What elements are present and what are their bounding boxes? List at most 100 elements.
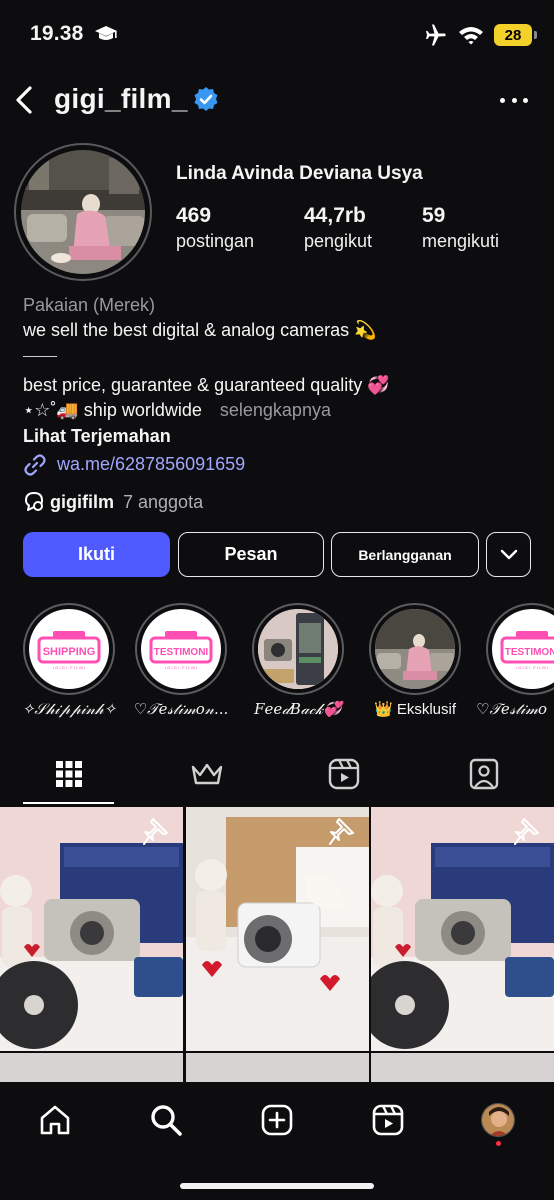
profile-full-name: Linda Avinda Deviana Usya: [176, 163, 423, 184]
stat-posts[interactable]: 469 postingan: [176, 204, 254, 252]
status-bar: 19.38 28: [0, 0, 554, 70]
chevron-down-icon: [500, 549, 517, 559]
reels-icon: [328, 758, 360, 790]
profile-username: gigi_film_: [54, 83, 188, 114]
search-icon: [151, 1105, 182, 1136]
more-dot-icon: [523, 97, 528, 103]
bio-divider: [23, 356, 57, 357]
highlight-badge-text: SHIPPING: [43, 646, 96, 658]
stat-following-label: mengikuti: [422, 231, 500, 251]
stat-following-value: 59: [422, 204, 446, 227]
grid-post[interactable]: [0, 807, 183, 1051]
tab-tagged[interactable]: [461, 750, 507, 798]
active-tab-indicator: [23, 802, 114, 804]
more-dot-icon: [500, 97, 505, 103]
stat-posts-label: postingan: [176, 231, 255, 251]
bio-line: best price, guarantee & guaranteed quali…: [23, 375, 390, 395]
highlight-label: ♡𝒯𝑒𝓈𝓉𝒾𝓂𝑜: [476, 700, 548, 718]
posts-grid: [0, 807, 554, 1082]
eksklusif-cover-photo: [375, 609, 455, 689]
profile-avatar-ring[interactable]: [14, 143, 152, 281]
create-icon: [261, 1104, 293, 1136]
highlight-ring: TESTIMONI • G I G I . F I L M •: [135, 603, 227, 695]
highlight-badge-text: TESTIMONI: [154, 647, 209, 658]
testimoni-badge-icon: TESTIMONI • G I G I . F I L M •: [500, 631, 554, 670]
more-options-button[interactable]: [500, 90, 528, 110]
bio-line: we sell the best digital & analog camera…: [23, 320, 377, 340]
broadcast-channel[interactable]: gigifilm 7 anggota: [23, 491, 203, 513]
battery-indicator: 28: [494, 24, 537, 46]
highlight-eksklusif[interactable]: 👑 Eksklusif: [369, 603, 461, 718]
follow-button[interactable]: Ikuti: [23, 532, 170, 577]
notification-dot: [496, 1141, 501, 1146]
nav-create[interactable]: [255, 1098, 299, 1142]
grid-post[interactable]: [371, 1053, 554, 1082]
profile-website-link[interactable]: wa.me/6287856091659: [23, 452, 543, 477]
channel-members: 7 anggota: [123, 491, 204, 512]
highlight-label: ♡𝒯𝑒𝓈𝓉𝒾𝓂𝑜𝓃...: [133, 700, 229, 718]
stat-followers[interactable]: 44,7rb pengikut: [304, 204, 372, 252]
highlight-cover: TESTIMONI • G I G I . F I L M •: [492, 609, 554, 689]
stat-followers-label: pengikut: [304, 231, 373, 251]
nav-home[interactable]: [33, 1098, 77, 1142]
verified-badge-icon: [194, 87, 218, 111]
tagged-icon: [469, 758, 499, 790]
channel-icon: [25, 492, 43, 511]
nav-search[interactable]: [144, 1098, 188, 1142]
back-button[interactable]: [10, 82, 38, 118]
stat-following[interactable]: 59 mengikuti: [422, 204, 499, 252]
chevron-left-icon: [16, 86, 32, 114]
highlight-label: 𝐹𝑒𝑒𝒹𝐵𝒶𝒸𝓀💞: [254, 700, 342, 718]
nav-reels[interactable]: [366, 1098, 410, 1142]
highlight-ring: [369, 603, 461, 695]
highlight-ring: TESTIMONI • G I G I . F I L M •: [486, 603, 554, 695]
highlight-ring: SHIPPING • G I G I . F I L M •: [23, 603, 115, 695]
highlight-testimoni[interactable]: TESTIMONI • G I G I . F I L M • ♡𝒯𝑒𝓈𝓉𝒾𝓂𝑜…: [134, 603, 228, 718]
home-icon: [40, 1105, 70, 1135]
channel-name: gigifilm: [50, 491, 114, 512]
profile-bio: Pakaian (Merek) we sell the best digital…: [23, 293, 543, 477]
grid-post[interactable]: [186, 1053, 369, 1082]
highlight-shipping[interactable]: SHIPPING • G I G I . F I L M • ✧𝒮𝒽𝒾𝓅𝓅𝒾𝓃𝒽…: [22, 603, 116, 718]
link-icon: [24, 453, 46, 476]
subscribe-button[interactable]: Berlangganan: [331, 532, 479, 577]
highlight-ring: [252, 603, 344, 695]
highlight-cover: [375, 609, 455, 689]
tab-exclusive[interactable]: [184, 750, 230, 798]
stat-followers-value: 44,7rb: [304, 204, 366, 227]
graduation-cap-icon: [95, 26, 117, 40]
bio-line-row: ⋆☆˚🚚 ship worldwide selengkapnya: [23, 398, 543, 423]
wifi-icon: [459, 27, 483, 45]
shipping-badge-icon: SHIPPING • G I G I . F I L M •: [37, 631, 101, 670]
highlight-cover: TESTIMONI • G I G I . F I L M •: [141, 609, 221, 689]
feedback-cover-photo: [258, 609, 338, 689]
pinned-post-icon: [143, 818, 168, 845]
highlight-testimoni-2[interactable]: TESTIMONI • G I G I . F I L M • ♡𝒯𝑒𝓈𝓉𝒾𝓂𝑜: [476, 603, 554, 718]
profile-link-text: wa.me/6287856091659: [57, 454, 246, 474]
grid-post[interactable]: [0, 1053, 183, 1082]
profile-tabs: [0, 750, 554, 805]
nav-profile-avatar: [481, 1103, 515, 1137]
profile-header: gigi_film_: [0, 78, 554, 122]
translate-link[interactable]: Lihat Terjemahan: [23, 424, 543, 449]
more-dot-icon: [511, 97, 517, 103]
pinned-post-icon: [329, 818, 354, 845]
message-button[interactable]: Pesan: [178, 532, 324, 577]
nav-profile[interactable]: [476, 1098, 520, 1146]
highlight-cover: [258, 609, 338, 689]
grid-post[interactable]: [371, 807, 554, 1051]
suggested-accounts-button[interactable]: [486, 532, 531, 577]
highlight-feedback[interactable]: 𝐹𝑒𝑒𝒹𝐵𝒶𝒸𝓀💞: [252, 603, 344, 718]
stat-posts-value: 469: [176, 204, 212, 227]
grid-icon: [56, 761, 82, 787]
highlight-badge-text: TESTIMONI: [505, 647, 554, 658]
pinned-post-icon: [514, 818, 539, 845]
grid-post[interactable]: [186, 807, 369, 1051]
home-indicator: [180, 1183, 374, 1189]
bio-more-link[interactable]: selengkapnya: [220, 400, 331, 420]
tab-posts-grid[interactable]: [46, 750, 92, 798]
highlight-cover: SHIPPING • G I G I . F I L M •: [29, 609, 109, 689]
reels-icon: [372, 1104, 404, 1136]
tab-reels[interactable]: [321, 750, 367, 798]
crown-icon: [191, 763, 223, 785]
